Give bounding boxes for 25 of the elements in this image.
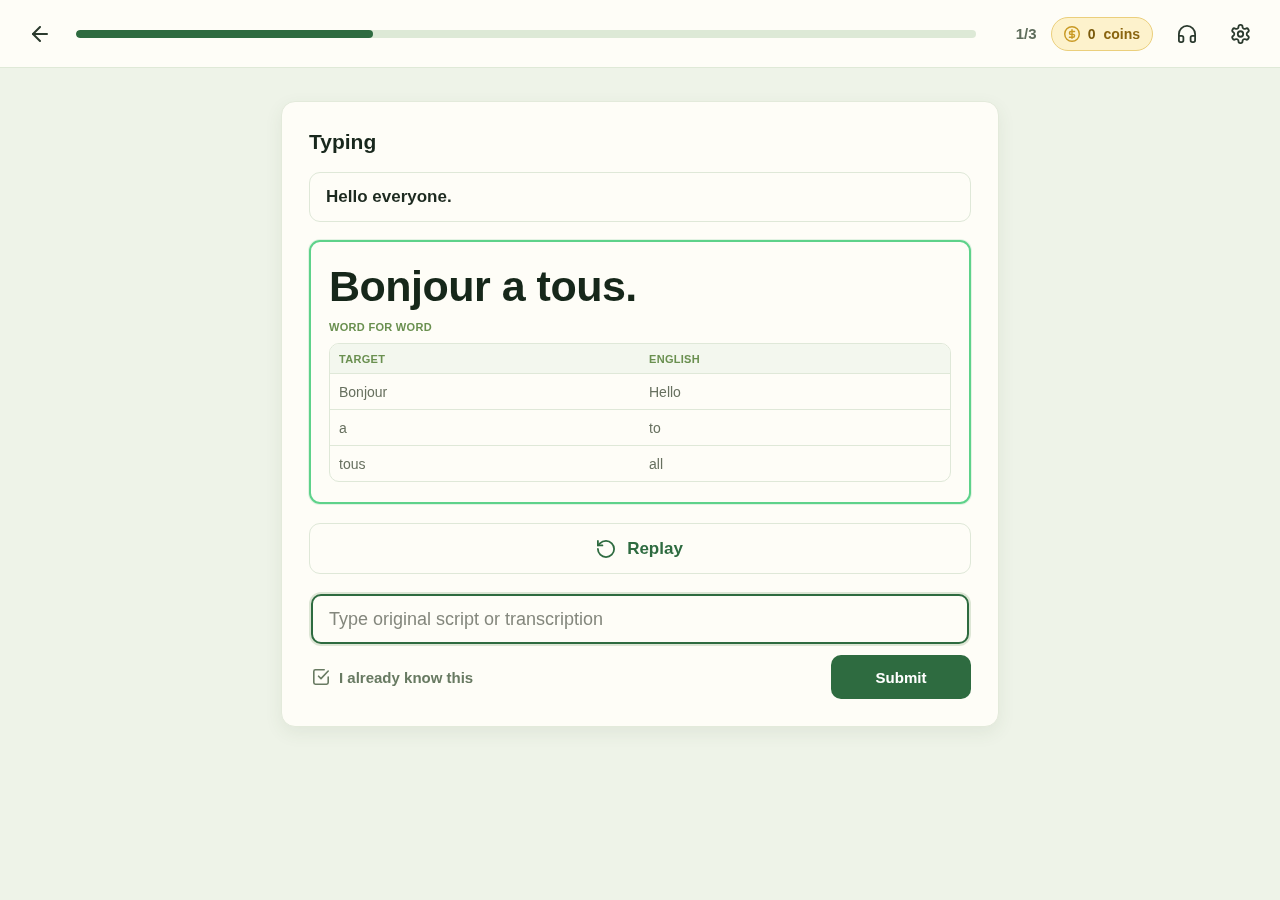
- check-square-icon: [313, 669, 329, 685]
- card-title: Typing: [309, 129, 378, 155]
- coins-amount: 0: [1087, 25, 1096, 42]
- submit-button[interactable]: Submit: [831, 655, 971, 699]
- column-header: ENGLISH: [648, 352, 701, 365]
- coin-icon: [1063, 25, 1080, 42]
- table-cell-text: Bonjour: [338, 383, 389, 400]
- replay-button[interactable]: Replay: [309, 523, 971, 574]
- table-cell-text: Hello: [648, 383, 682, 400]
- coins-label: coins: [1103, 25, 1140, 42]
- headphones-icon[interactable]: [1178, 24, 1196, 43]
- answer-field[interactable]: Type original script or transcription: [309, 592, 971, 646]
- table-cell-text: to: [648, 419, 662, 436]
- table-cell-text: a: [338, 419, 348, 436]
- table-cell-text: tous: [338, 455, 367, 472]
- prompt-text: Hello everyone.: [309, 172, 971, 222]
- column-header: TARGET: [338, 352, 387, 365]
- step-counter: 1/3: [1015, 25, 1037, 42]
- replay-icon: [597, 539, 616, 558]
- back-arrow-icon[interactable]: [32, 25, 48, 42]
- answer-text: Bonjour a tous.: [329, 261, 638, 311]
- know-this-button[interactable]: I already know this: [313, 668, 474, 686]
- settings-icon[interactable]: [1231, 23, 1250, 44]
- table-cell-text: all: [648, 455, 664, 472]
- section-heading: WORD FOR WORD: [329, 320, 433, 334]
